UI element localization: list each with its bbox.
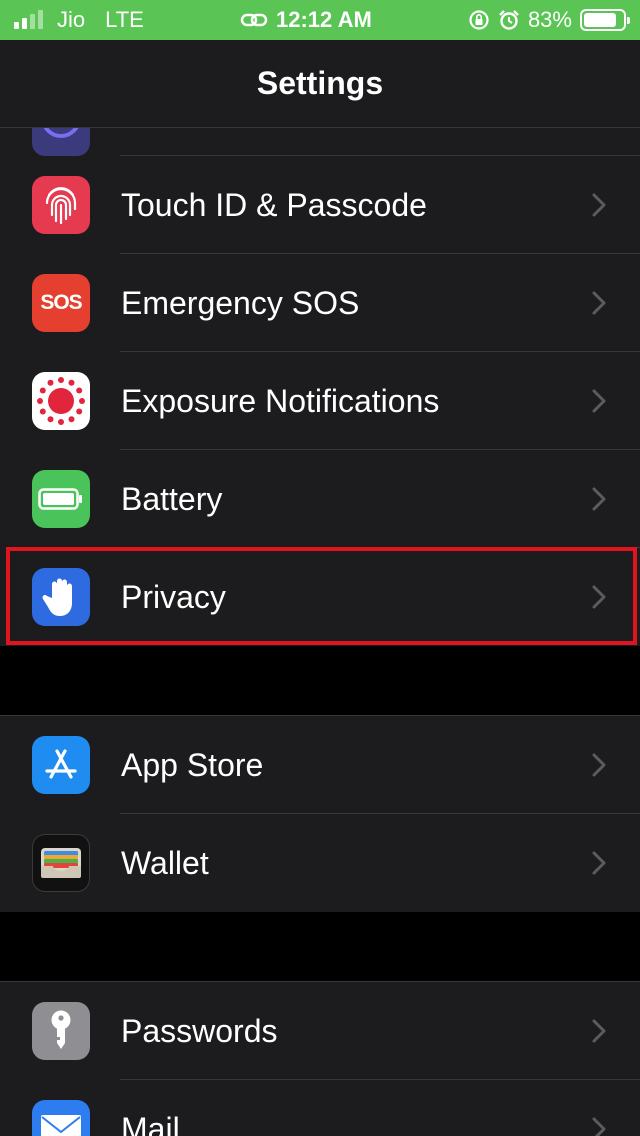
chevron-right-icon — [592, 753, 606, 777]
settings-row-label: Emergency SOS — [121, 284, 360, 321]
fingerprint-icon — [32, 176, 90, 234]
chevron-right-icon — [592, 585, 606, 609]
signal-strength-icon — [14, 10, 43, 29]
chevron-right-icon — [592, 487, 606, 511]
settings-list[interactable]: Touch ID & Passcode SOS Emergency SOS Ex… — [0, 128, 640, 1136]
wallet-icon — [32, 834, 90, 892]
hand-icon — [32, 568, 90, 626]
battery-icon — [32, 470, 90, 528]
settings-row-touch-id[interactable]: Touch ID & Passcode — [0, 156, 640, 254]
settings-group-1: Touch ID & Passcode SOS Emergency SOS Ex… — [0, 128, 640, 646]
status-left: Jio LTE — [14, 7, 144, 33]
settings-row-exposure-notifications[interactable]: Exposure Notifications — [0, 352, 640, 450]
exposure-notification-icon — [32, 372, 90, 430]
group-separator — [0, 646, 640, 716]
sos-icon-text: SOS — [40, 291, 82, 314]
settings-row-battery[interactable]: Battery — [0, 450, 640, 548]
alarm-icon — [499, 10, 519, 30]
status-center: 12:12 AM — [240, 7, 372, 33]
settings-row-emergency-sos[interactable]: SOS Emergency SOS — [0, 254, 640, 352]
network-type: LTE — [105, 7, 144, 32]
app-store-icon — [32, 736, 90, 794]
chevron-right-icon — [592, 291, 606, 315]
status-bar: Jio LTE 12:12 AM 83% — [0, 0, 640, 40]
settings-row-label: Passwords — [121, 1012, 278, 1049]
battery-status-icon — [579, 9, 630, 31]
chevron-right-icon — [592, 1117, 606, 1136]
clock: 12:12 AM — [276, 7, 372, 32]
rotation-lock-icon — [469, 10, 489, 30]
settings-row-app-store[interactable]: App Store — [0, 716, 640, 814]
settings-row-passwords[interactable]: Passwords — [0, 982, 640, 1080]
navigation-bar: Settings — [0, 40, 640, 128]
settings-row-label: Battery — [121, 480, 223, 517]
settings-row-label: Touch ID & Passcode — [121, 186, 427, 223]
chevron-right-icon — [592, 851, 606, 875]
chevron-right-icon — [592, 389, 606, 413]
settings-group-2: App Store Wallet — [0, 716, 640, 912]
settings-row-label: Privacy — [121, 578, 226, 615]
settings-row-label: Exposure Notifications — [121, 382, 440, 419]
partial-app-icon — [32, 128, 90, 156]
carrier-name: Jio — [57, 7, 86, 32]
settings-row-wallet[interactable]: Wallet — [0, 814, 640, 912]
status-right: 83% — [468, 7, 630, 33]
group-separator — [0, 912, 640, 982]
settings-row-mail[interactable]: Mail — [0, 1080, 640, 1136]
key-icon — [32, 1002, 90, 1060]
settings-row-privacy[interactable]: Privacy — [0, 548, 640, 646]
battery-fill — [583, 13, 616, 27]
chevron-right-icon — [592, 1019, 606, 1043]
page-title: Settings — [256, 65, 384, 101]
settings-row-label: App Store — [121, 746, 264, 783]
partial-row[interactable] — [0, 128, 640, 156]
link-icon — [240, 13, 268, 27]
chevron-right-icon — [592, 193, 606, 217]
settings-row-label: Wallet — [121, 844, 209, 881]
settings-group-3: Passwords Mail — [0, 982, 640, 1136]
mail-icon — [32, 1100, 90, 1136]
settings-row-label: Mail — [121, 1110, 180, 1136]
sos-icon: SOS — [32, 274, 90, 332]
battery-percent: 83% — [527, 7, 572, 32]
